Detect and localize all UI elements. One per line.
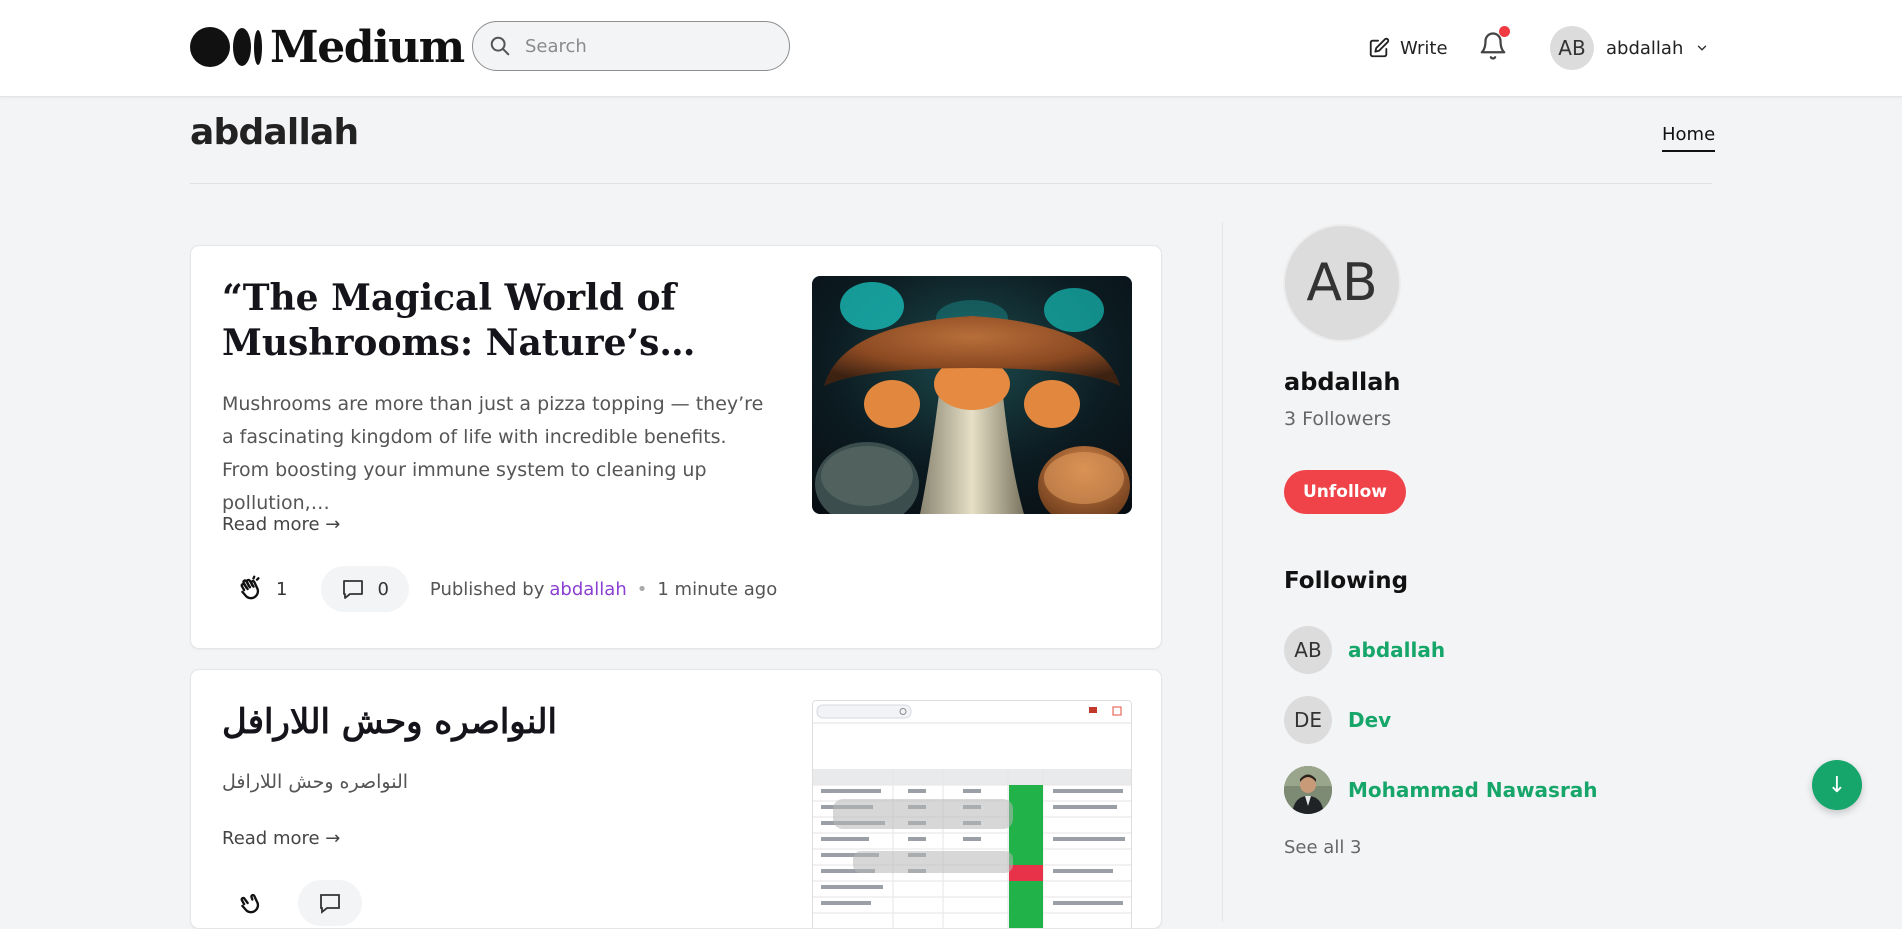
avatar: AB [1550, 26, 1594, 70]
write-label: Write [1400, 37, 1448, 59]
following-name: Mohammad Nawasrah [1348, 778, 1598, 802]
user-name: abdallah [1606, 37, 1684, 59]
read-more-link[interactable]: Read more → [222, 828, 340, 849]
comment-icon [320, 894, 340, 914]
profile-avatar: AB [1283, 224, 1401, 342]
article-thumbnail[interactable] [812, 700, 1132, 928]
medium-logo-icon [190, 27, 262, 67]
following-item[interactable]: AB abdallah [1284, 626, 1445, 674]
mushroom-image [812, 276, 1132, 514]
clap-button[interactable]: 1 [222, 566, 301, 612]
comment-count: 0 [377, 578, 389, 600]
search-icon [490, 36, 510, 56]
unfollow-button[interactable]: Unfollow [1284, 470, 1406, 514]
article-excerpt: النواصره وحش اللارافل [222, 771, 409, 793]
clap-icon [240, 575, 260, 600]
clap-button[interactable] [222, 880, 278, 926]
user-photo [1284, 766, 1332, 814]
following-name: Dev [1348, 708, 1392, 732]
clap-icon [240, 893, 260, 914]
divider [190, 183, 1712, 184]
see-all-following-link[interactable]: See all 3 [1284, 837, 1362, 858]
logo-text: Medium [270, 21, 465, 73]
publish-info: Published by abdallah • 1 minute ago [430, 579, 777, 600]
search-input[interactable] [523, 34, 767, 58]
user-menu[interactable]: AB abdallah [1550, 26, 1709, 70]
profile-name: abdallah [1284, 368, 1401, 396]
article-card: “The Magical World of Mushrooms: Nature’… [190, 245, 1162, 649]
medium-logo[interactable]: Medium [190, 21, 465, 73]
publish-time: 1 minute ago [657, 578, 778, 600]
notifications-button[interactable] [1478, 26, 1510, 64]
article-footer: 1 0 Published by abdallah • 1 minute ago [222, 566, 777, 612]
read-more-link[interactable]: Read more → [222, 514, 340, 535]
following-name: abdallah [1348, 638, 1446, 662]
search-box[interactable] [472, 21, 790, 71]
avatar: DE [1284, 696, 1332, 744]
avatar: AB [1284, 626, 1332, 674]
chevron-down-icon [1698, 45, 1707, 51]
following-item[interactable]: Mohammad Nawasrah [1284, 766, 1598, 814]
notification-dot [1499, 26, 1510, 37]
comment-button[interactable] [298, 880, 362, 926]
article-title[interactable]: النواصره وحش اللارافل [222, 700, 782, 745]
spreadsheet-screenshot-image [813, 701, 1131, 928]
followers-count[interactable]: 3 Followers [1284, 408, 1391, 430]
comment-button[interactable]: 0 [321, 566, 409, 612]
author-link[interactable]: abdallah [549, 579, 626, 600]
scroll-down-button[interactable]: ↓ [1812, 760, 1862, 810]
article-excerpt: Mushrooms are more than just a pizza top… [222, 393, 764, 514]
following-heading: Following [1284, 568, 1409, 594]
page-title: abdallah [190, 112, 359, 153]
article-footer [222, 880, 362, 926]
comment-icon [343, 580, 364, 599]
arrow-down-icon: ↓ [1827, 772, 1847, 798]
separator-dot: • [636, 578, 648, 600]
tab-home[interactable]: Home [1662, 124, 1716, 152]
sidebar-divider [1222, 222, 1223, 922]
clap-count: 1 [276, 578, 288, 600]
article-title[interactable]: “The Magical World of Mushrooms: Nature’… [222, 276, 782, 366]
published-by-label: Published by [429, 578, 545, 600]
pencil-square-icon [1369, 37, 1390, 58]
article-card: النواصره وحش اللارافل النواصره وحش اللار… [190, 669, 1162, 929]
write-button[interactable]: Write [1368, 34, 1448, 62]
article-thumbnail[interactable] [812, 276, 1132, 514]
top-navbar: Medium Write AB abdallah [0, 0, 1902, 97]
avatar [1284, 766, 1332, 814]
following-item[interactable]: DE Dev [1284, 696, 1391, 744]
